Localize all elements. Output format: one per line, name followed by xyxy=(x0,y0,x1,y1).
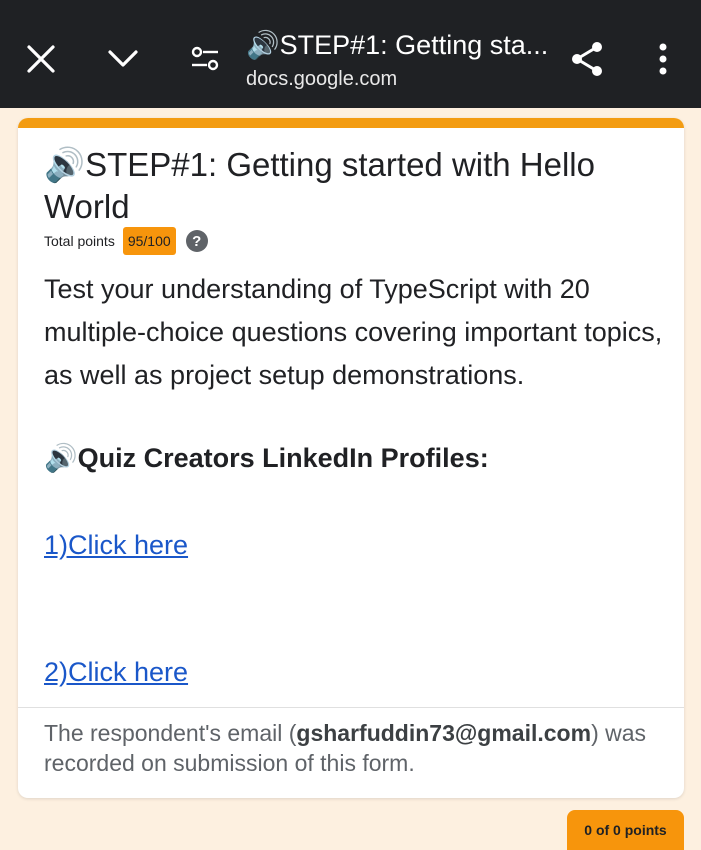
page-url: docs.google.com xyxy=(246,68,398,90)
respondent-email: gsharfuddin73@gmail.com xyxy=(296,720,592,746)
tune-icon[interactable] xyxy=(182,36,228,82)
email-note-prefix: The respondent's email ( xyxy=(44,720,297,746)
creators-heading: 🔊Quiz Creators LinkedIn Profiles: xyxy=(44,443,489,473)
close-icon[interactable] xyxy=(18,36,64,82)
tab-title: 🔊STEP#1: Getting sta... xyxy=(246,30,546,60)
email-recorded-note: The respondent's email (gsharfuddin73@gm… xyxy=(44,718,664,778)
form-header-card: 🔊STEP#1: Getting started with Hello Worl… xyxy=(18,118,684,798)
share-icon[interactable] xyxy=(564,36,610,82)
more-vert-icon[interactable] xyxy=(640,36,686,82)
browser-toolbar: 🔊STEP#1: Getting sta... docs.google.com xyxy=(0,0,701,108)
total-points-row: Total points 95/100 ? xyxy=(44,226,208,256)
question-points-badge: 0 of 0 points xyxy=(567,810,684,850)
linkedin-link-1[interactable]: 1)Click here xyxy=(44,527,188,563)
chevron-down-icon[interactable] xyxy=(100,36,146,82)
points-badge: 95/100 xyxy=(122,227,176,255)
form-title: 🔊STEP#1: Getting started with Hello Worl… xyxy=(44,146,595,225)
form-description: Test your understanding of TypeScript wi… xyxy=(44,274,663,390)
card-accent-bar xyxy=(18,118,684,128)
points-label: Total points xyxy=(44,233,115,249)
linkedin-link-2[interactable]: 2)Click here xyxy=(44,654,188,690)
card-divider xyxy=(18,707,684,708)
help-icon[interactable]: ? xyxy=(185,230,208,252)
